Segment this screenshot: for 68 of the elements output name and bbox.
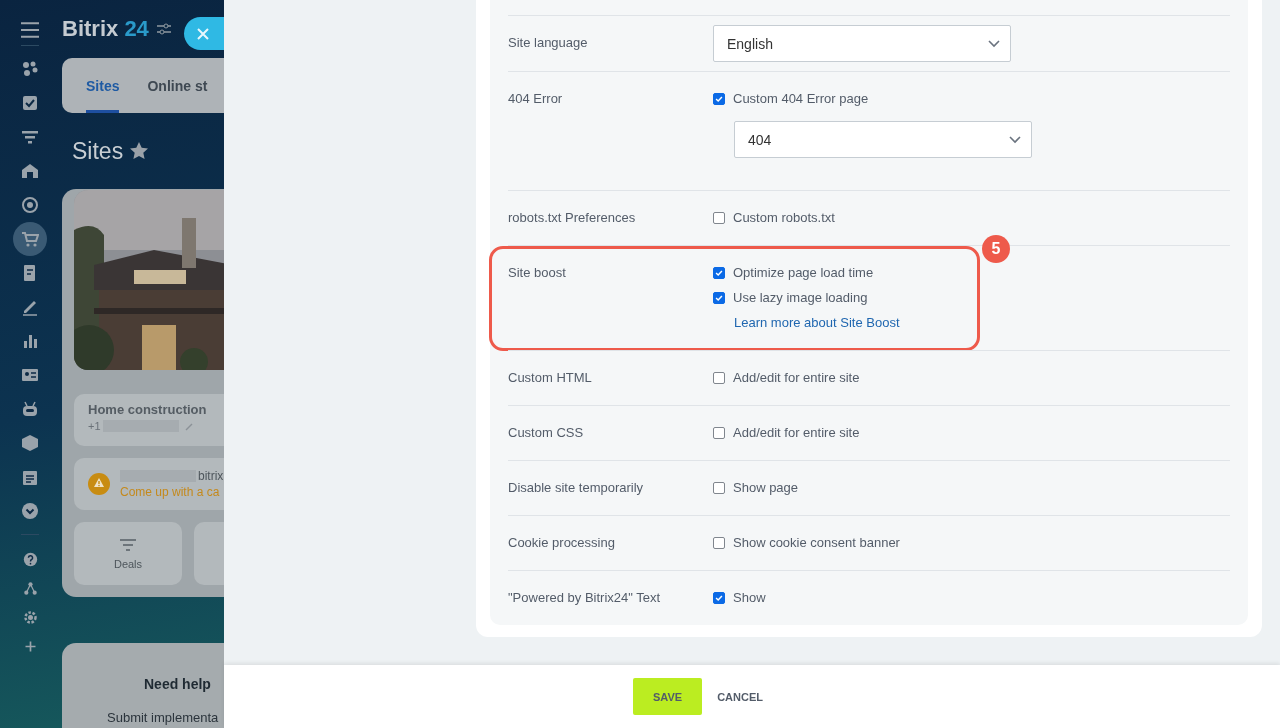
checkbox-label: Show page	[733, 479, 799, 497]
filter-icon	[21, 128, 39, 146]
save-button[interactable]: SAVE	[633, 678, 703, 715]
sidebar-item[interactable]	[13, 222, 47, 256]
help-icon[interactable]	[22, 552, 38, 567]
domain-text: bitrix	[198, 469, 224, 483]
setting-label: robots.txt Preferences	[508, 209, 637, 227]
dropdown[interactable]: 404	[734, 121, 1032, 158]
bar-chart-icon	[21, 332, 39, 350]
setting-label: Custom CSS	[508, 424, 585, 442]
setting-label: Site boost	[508, 264, 567, 282]
checkbox-icon	[21, 94, 39, 112]
box-icon	[21, 434, 39, 452]
network-icon[interactable]	[22, 581, 38, 596]
logo: Bitrix 24	[62, 16, 149, 42]
checkbox[interactable]	[713, 427, 725, 439]
setting-label: 404 Error	[508, 90, 564, 108]
setting-label: Custom HTML	[508, 369, 593, 387]
star-icon[interactable]	[129, 141, 150, 161]
cancel-button[interactable]: CANCEL	[717, 690, 763, 703]
chevron-down-icon	[988, 39, 1000, 48]
phone-number: +1	[88, 420, 101, 432]
step-badge: 5	[982, 235, 1010, 263]
checkbox[interactable]	[713, 537, 725, 549]
checkbox-label: Optimize page load time	[733, 264, 874, 282]
warning-icon	[88, 473, 110, 495]
checkbox[interactable]	[713, 212, 725, 224]
checkbox-label: Show	[733, 589, 766, 607]
dropdown[interactable]: English	[713, 25, 1011, 62]
action-button[interactable]: Deals	[74, 522, 182, 585]
checkbox-label: Show cookie consent banner	[733, 534, 900, 552]
setting-label: "Powered by Bitrix24" Text	[508, 589, 662, 607]
checkbox[interactable]	[713, 482, 725, 494]
checkbox-label: Custom robots.txt	[733, 209, 835, 227]
filter-icon	[120, 537, 136, 552]
settings-icon[interactable]	[22, 610, 38, 625]
house-icon	[21, 162, 39, 180]
cart-icon	[21, 230, 39, 248]
chevron-down-icon	[1009, 135, 1021, 144]
close-icon	[196, 26, 210, 41]
setting-label: Site language	[508, 34, 589, 52]
checkbox[interactable]	[713, 267, 725, 279]
checkbox[interactable]	[713, 372, 725, 384]
setting-label: Disable site temporarily	[508, 479, 645, 497]
setting-label: Cookie processing	[508, 534, 616, 552]
checkbox[interactable]	[713, 292, 725, 304]
warning-text: Come up with a ca	[120, 485, 221, 499]
help-text: Submit implementa	[107, 710, 219, 725]
circles-icon	[21, 60, 39, 78]
target-icon	[21, 196, 39, 214]
chevron-down-icon	[21, 502, 39, 520]
tab[interactable]: Online st	[147, 58, 208, 113]
sliders-icon[interactable]	[156, 23, 171, 35]
checkbox-label: Add/edit for entire site	[733, 369, 860, 387]
menu-icon[interactable]	[21, 21, 39, 39]
checkbox[interactable]	[713, 592, 725, 604]
checkbox-label: Add/edit for entire site	[733, 424, 860, 442]
pen-icon	[21, 298, 39, 316]
checkbox[interactable]	[713, 93, 725, 105]
page-title: Sites	[72, 137, 124, 165]
checkbox-label: Use lazy image loading	[733, 289, 868, 307]
robot-icon	[21, 400, 39, 418]
site-name: Home construction	[88, 402, 208, 417]
tab[interactable]: Sites	[86, 58, 120, 113]
learn-more-link[interactable]: Learn more about Site Boost	[734, 314, 900, 332]
checkbox-label: Custom 404 Error page	[733, 90, 869, 108]
help-title: Need help	[144, 676, 211, 692]
contact-card-icon	[21, 366, 39, 384]
